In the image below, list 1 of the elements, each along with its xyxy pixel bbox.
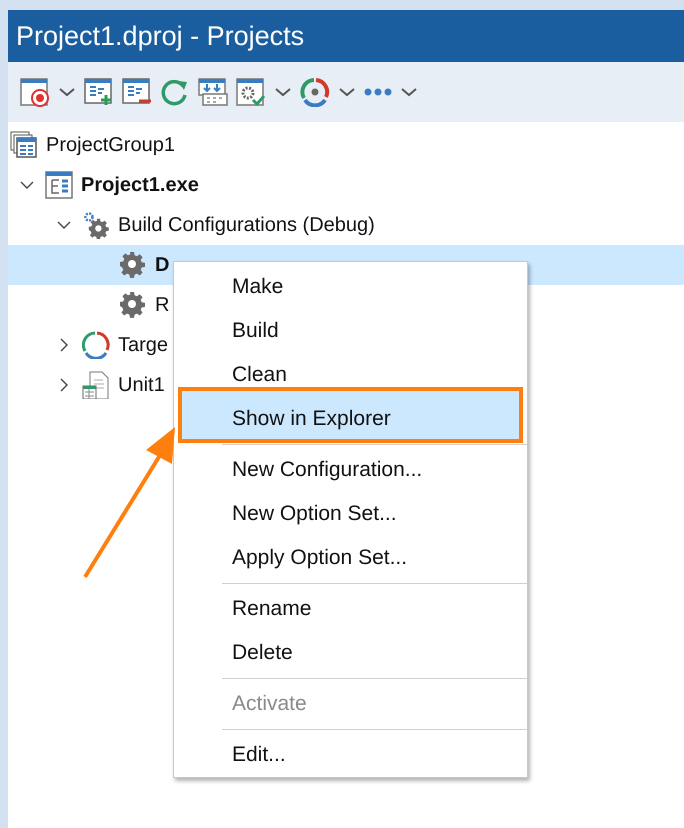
window-title: Project1.dproj - Projects xyxy=(16,20,306,53)
